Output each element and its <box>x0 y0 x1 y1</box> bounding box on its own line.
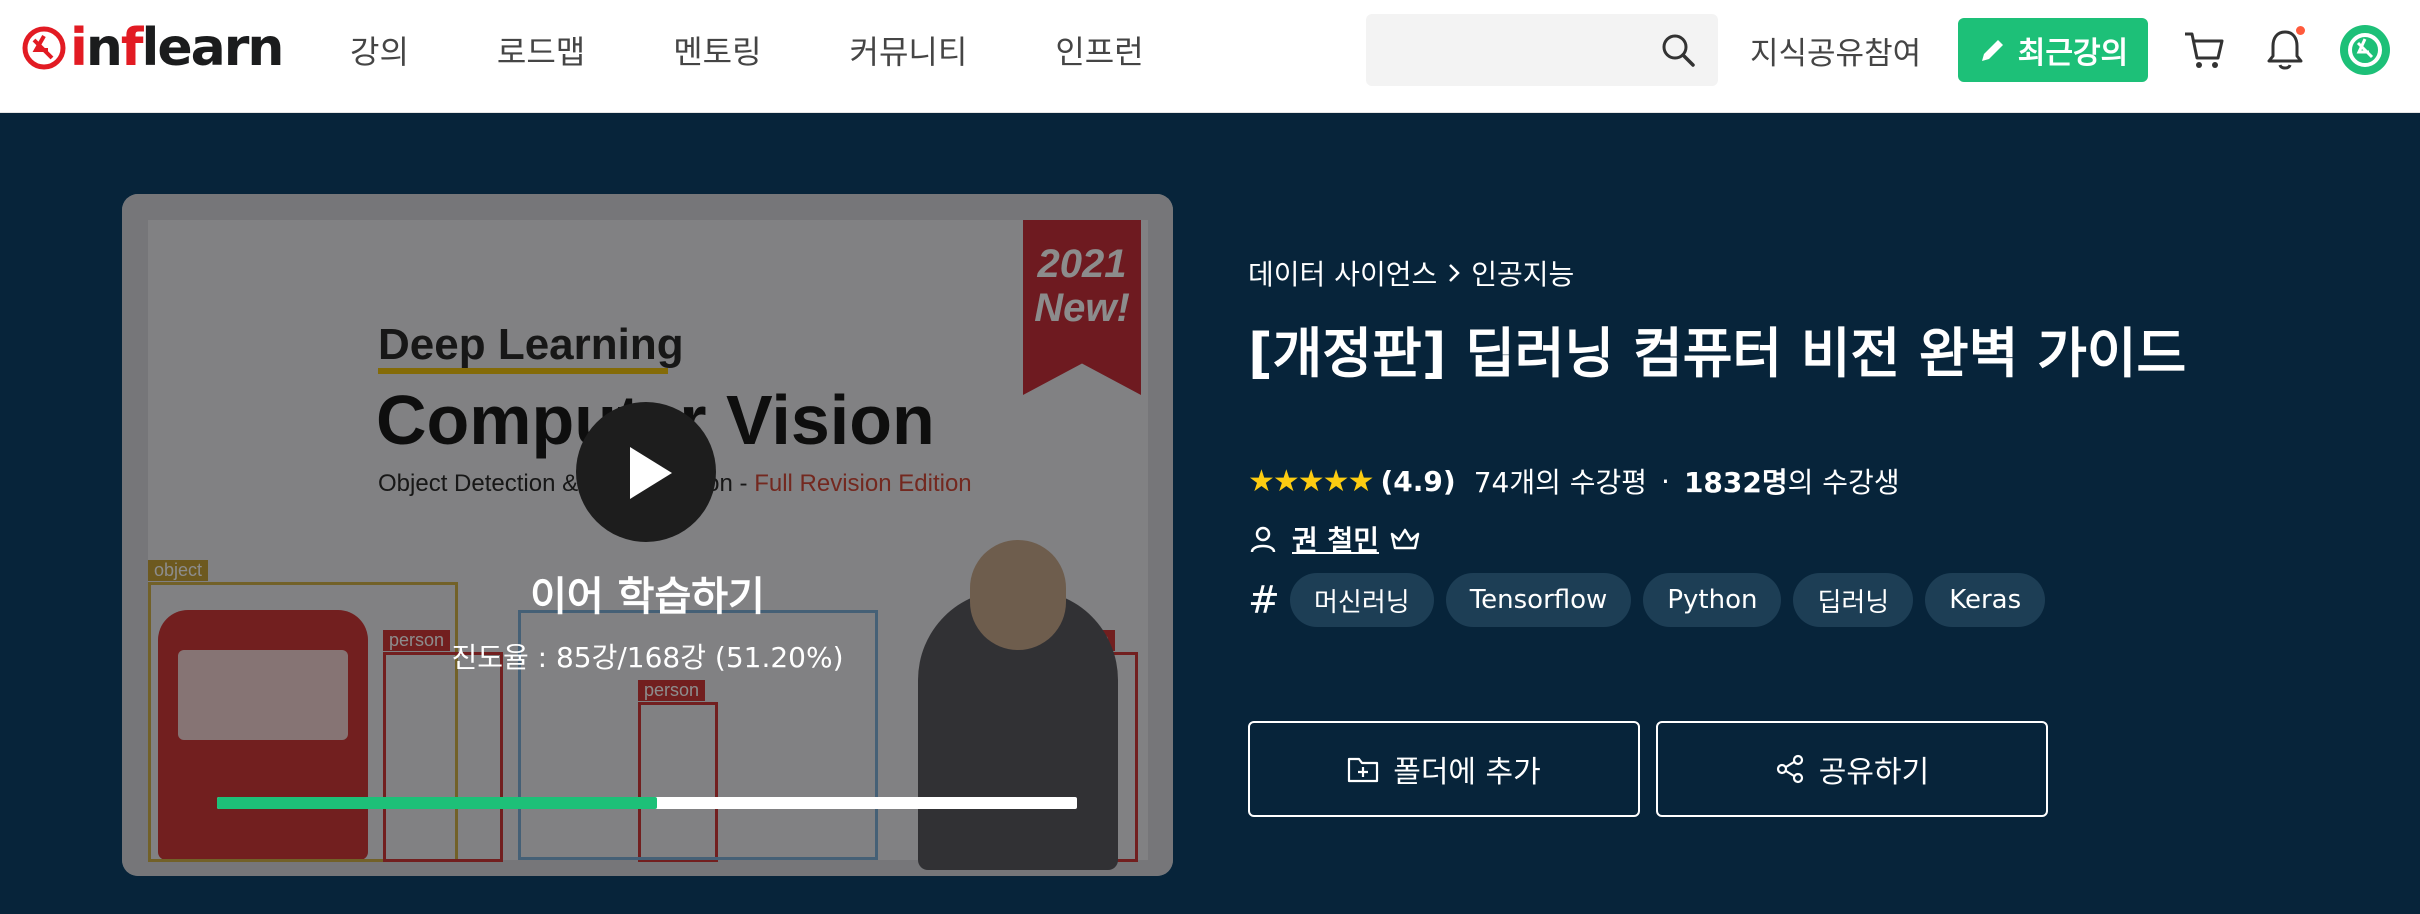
progress-text: 진도율 : 85강/168강 (51.20%) <box>451 641 844 674</box>
student-count: 1832명 <box>1683 466 1788 499</box>
share-icon <box>1776 754 1803 784</box>
main-nav: 강의 로드맵 멘토링 커뮤니티 인프런 <box>350 0 1232 100</box>
tag-chip[interactable]: 머신러닝 <box>1290 573 1434 627</box>
add-to-folder-label: 폴더에 추가 <box>1393 755 1541 790</box>
nav-roadmap[interactable]: 로드맵 <box>497 27 585 73</box>
review-count[interactable]: 74개의 수강평 <box>1474 461 1647 501</box>
nav-mentoring[interactable]: 멘토링 <box>673 27 761 73</box>
crown-icon <box>1390 528 1420 550</box>
search-icon[interactable] <box>1660 32 1696 68</box>
recent-courses-button[interactable]: 최근강의 <box>1958 18 2148 82</box>
instructor-row: 권 철민 <box>1248 519 1421 559</box>
pencil-icon <box>1981 40 2003 61</box>
share-button[interactable]: 공유하기 <box>1656 721 2048 817</box>
separator-dot: · <box>1661 464 1670 498</box>
user-avatar-icon <box>2348 33 2382 67</box>
logo-mark-icon <box>22 26 66 70</box>
search-box <box>1366 14 1718 86</box>
tag-chip[interactable]: Tensorflow <box>1445 573 1632 627</box>
nav-inflearn[interactable]: 인프런 <box>1055 27 1143 73</box>
cart-icon[interactable] <box>2182 28 2226 72</box>
share-knowledge-link[interactable]: 지식공유참여 <box>1750 0 1921 100</box>
logo-wordmark: inflearn <box>70 18 284 78</box>
search-input[interactable] <box>1366 14 1656 86</box>
progress-bar-fill <box>217 797 658 809</box>
notification-dot <box>2296 26 2305 35</box>
inflearn-logo[interactable]: inflearn <box>22 16 284 80</box>
student-suffix: 의 수강생 <box>1787 466 1900 499</box>
rating-value: (4.9) <box>1380 464 1456 498</box>
course-title: [개정판] 딥러닝 컴퓨터 비전 완벽 가이드 <box>1248 322 2187 385</box>
breadcrumb-category[interactable]: 데이터 사이언스 <box>1248 253 1437 293</box>
tags-row: # 머신러닝 Tensorflow Python 딥러닝 Keras <box>1248 573 2057 627</box>
course-thumbnail[interactable]: Deep Learning Computer Vision Object Det… <box>122 194 1173 876</box>
hashtag-icon: # <box>1248 578 1280 622</box>
breadcrumb: 데이터 사이언스 인공지능 <box>1248 253 1574 293</box>
share-label: 공유하기 <box>1818 755 1930 790</box>
recent-courses-label: 최근강의 <box>2017 36 2129 71</box>
chevron-right-icon <box>1449 264 1461 282</box>
top-header: inflearn 강의 로드맵 멘토링 커뮤니티 인프런 지식공유참여 최근강의 <box>0 0 2420 113</box>
progress-bar <box>217 797 1077 809</box>
course-hero: Deep Learning Computer Vision Object Det… <box>0 113 2420 914</box>
add-to-folder-button[interactable]: 폴더에 추가 <box>1248 721 1640 817</box>
nav-community[interactable]: 커뮤니티 <box>850 27 968 73</box>
tag-chip[interactable]: Keras <box>1925 573 2046 627</box>
play-icon <box>630 447 672 499</box>
star-rating-icon: ★★★★★ <box>1248 463 1374 499</box>
continue-learning-label[interactable]: 이어 학습하기 <box>122 564 1173 622</box>
tag-chip[interactable]: Python <box>1643 573 1782 627</box>
instructor-name[interactable]: 권 철민 <box>1292 519 1379 559</box>
avatar[interactable] <box>2340 25 2390 75</box>
tag-chip[interactable]: 딥러닝 <box>1793 573 1914 627</box>
person-icon <box>1250 526 1276 553</box>
nav-courses[interactable]: 강의 <box>350 27 409 73</box>
rating-row: ★★★★★ (4.9) 74개의 수강평 · 1832명 의 수강생 <box>1248 461 1900 501</box>
folder-plus-icon <box>1348 757 1379 783</box>
breadcrumb-subcategory[interactable]: 인공지능 <box>1471 253 1574 293</box>
